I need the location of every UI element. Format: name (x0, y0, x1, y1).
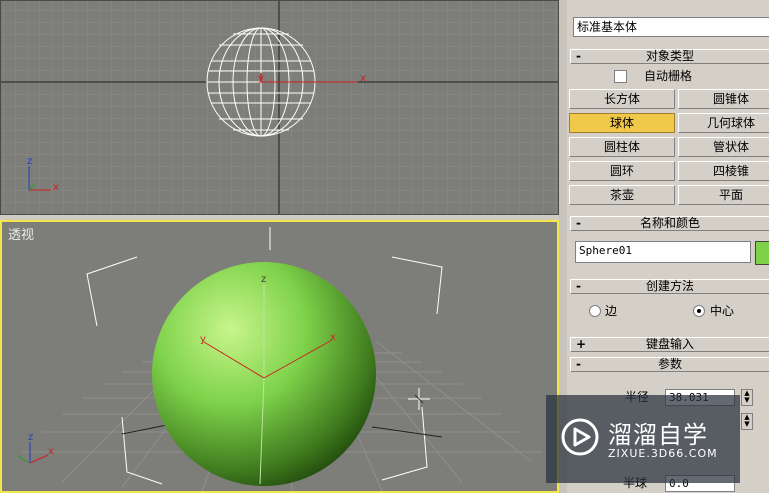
persp-gizmo-z: z (28, 432, 33, 443)
watermark-overlay: 溜溜自学 ZIXUE.3D66.COM (546, 395, 740, 483)
teapot-button[interactable]: 茶壶 (569, 185, 675, 205)
rollout-keyboard-entry[interactable]: + 键盘输入 (570, 337, 769, 352)
cylinder-button[interactable]: 圆柱体 (569, 137, 675, 157)
tube-button[interactable]: 管状体 (678, 137, 769, 157)
persp-axis-z-label: z (261, 274, 266, 285)
rollout-title: 键盘输入 (645, 337, 694, 351)
perspective-viewport-label[interactable]: 透视 (8, 224, 34, 243)
rollout-name-color[interactable]: - 名称和颜色 (570, 216, 769, 231)
persp-axis-y-label: y (200, 334, 206, 345)
persp-gizmo-x: x (48, 446, 54, 457)
rollout-object-type[interactable]: - 对象类型 (570, 49, 769, 64)
rollout-creation-method[interactable]: - 创建方法 (570, 279, 769, 294)
top-axis-x-label: x (360, 73, 366, 84)
object-color-swatch[interactable] (755, 241, 769, 265)
rollout-title: 参数 (657, 357, 682, 371)
object-name-field[interactable]: Sphere01 (575, 241, 751, 263)
play-logo-icon (561, 418, 599, 456)
plane-button[interactable]: 平面 (678, 185, 769, 205)
torus-button[interactable]: 圆环 (569, 161, 675, 181)
geosphere-button[interactable]: 几何球体 (678, 113, 769, 133)
watermark-url: ZIXUE.3D66.COM (608, 447, 718, 460)
radius-spinner[interactable]: ▲ ▼ (741, 389, 753, 406)
edge-label: 边 (605, 304, 618, 318)
perspective-viewport[interactable]: z x y x z 透视 (0, 220, 559, 493)
cone-button[interactable]: 圆锥体 (678, 89, 769, 109)
center-label: 中心 (710, 304, 735, 318)
pyramid-button[interactable]: 四棱锥 (678, 161, 769, 181)
perspective-viewport-canvas: z x y x z (2, 222, 557, 491)
rollout-title: 创建方法 (645, 279, 694, 293)
top-gizmo-x: x (53, 182, 59, 193)
edge-radio[interactable] (589, 305, 601, 317)
segments-spinner[interactable]: ▲ ▼ (741, 413, 753, 430)
autogrid-label: 自动栅格 (644, 69, 693, 83)
watermark-brand: 溜溜自学 (608, 421, 708, 449)
top-viewport-canvas: x y x z (1, 1, 558, 214)
top-gizmo-z: z (27, 156, 32, 167)
rollout-title: 对象类型 (645, 49, 694, 63)
autogrid-checkbox[interactable] (614, 70, 627, 83)
top-viewport[interactable]: x y x z (0, 0, 559, 215)
persp-axis-x-label: x (330, 332, 336, 343)
rollout-parameters[interactable]: - 参数 (570, 357, 769, 372)
sphere-button[interactable]: 球体 (569, 113, 675, 133)
primitive-category-dropdown[interactable]: 标准基本体 (573, 17, 769, 37)
rollout-title: 名称和颜色 (639, 216, 700, 230)
box-button[interactable]: 长方体 (569, 89, 675, 109)
center-radio[interactable] (693, 305, 705, 317)
top-axis-y-label: y (258, 73, 264, 84)
